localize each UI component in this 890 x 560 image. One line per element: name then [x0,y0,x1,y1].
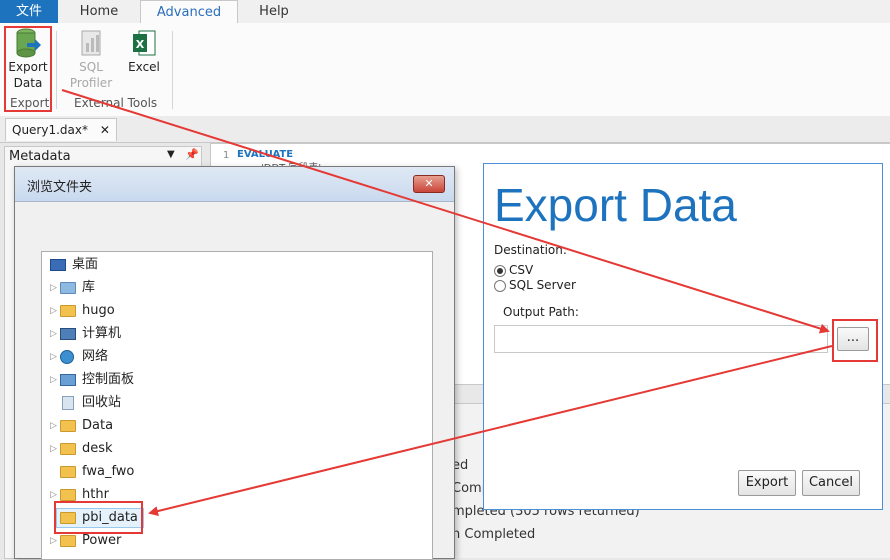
annotation-arrows [61,89,833,516]
arrow-export-to-browse [61,89,830,334]
arrow-browse-to-folder [148,345,833,516]
